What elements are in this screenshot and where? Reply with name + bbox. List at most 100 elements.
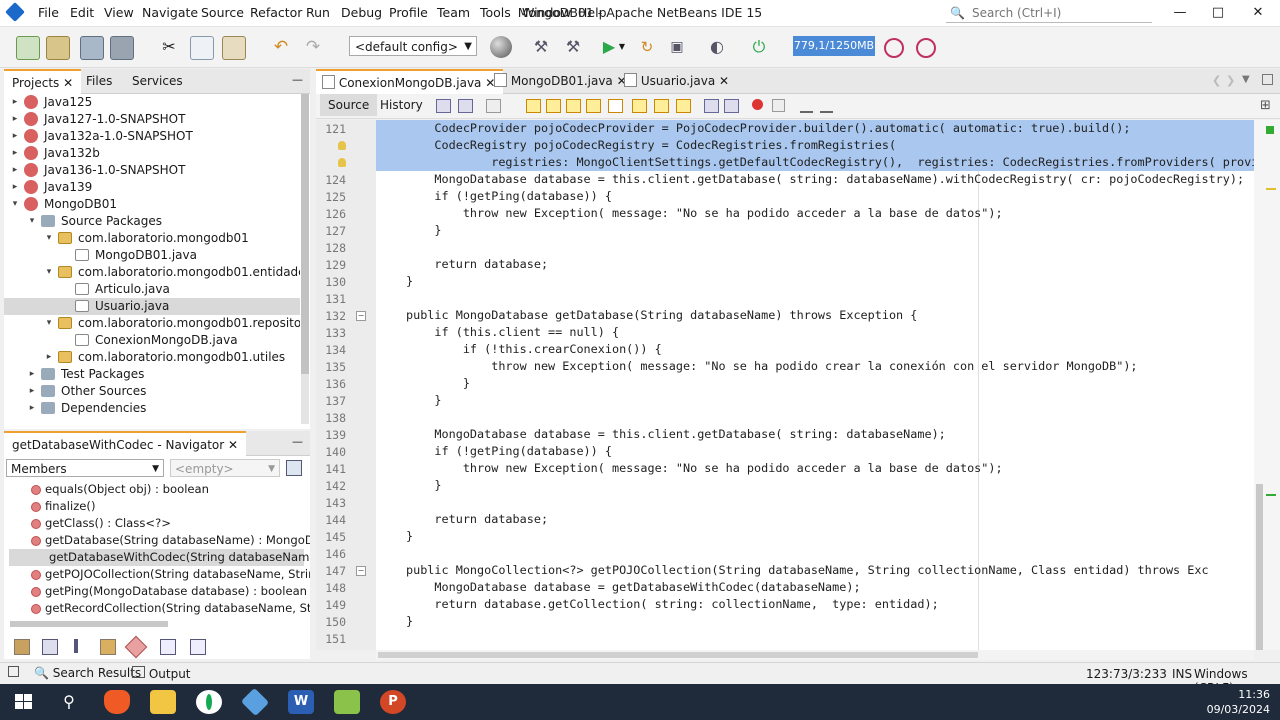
tree-item[interactable]: ▸ Java136-1.0-SNAPSHOT xyxy=(4,162,300,179)
tree-item[interactable]: ConexionMongoDB.java xyxy=(4,332,300,349)
menu-profile[interactable]: Profile xyxy=(389,5,428,20)
chevron-down-icon[interactable]: ▾ xyxy=(10,196,20,213)
chevron-right-icon[interactable]: ▸ xyxy=(27,366,37,383)
netbeans-icon[interactable] xyxy=(240,687,270,717)
tab-history[interactable]: History xyxy=(372,94,431,116)
menu-tools[interactable]: Tools xyxy=(480,5,511,20)
back-icon[interactable] xyxy=(458,99,473,113)
sort-alpha-icon[interactable] xyxy=(160,639,176,655)
reload-icon[interactable]: ↻ xyxy=(636,36,658,58)
close-icon[interactable]: ✕ xyxy=(719,74,729,88)
tree-item[interactable]: ▾ com.laboratorio.mongodb01 xyxy=(4,230,300,247)
toggle-rect-select-icon[interactable] xyxy=(608,99,623,113)
filter-nonpublic-icon[interactable] xyxy=(100,639,116,655)
mongodb-compass-icon[interactable] xyxy=(196,690,222,714)
navigator-member[interactable]: getPing(MongoDatabase database) : boolea… xyxy=(45,583,307,600)
menu-edit[interactable]: Edit xyxy=(70,5,94,20)
search-icon[interactable]: ⚲ xyxy=(56,690,82,714)
tree-item[interactable]: ▸ Test Packages xyxy=(4,366,300,383)
navigator-member[interactable]: getDatabase(String databaseName) : Mongo… xyxy=(45,532,310,549)
tab-usuario[interactable]: Usuario.java ✕ xyxy=(616,69,737,93)
search-results-button[interactable]: 🔍 Search Results xyxy=(34,666,141,680)
warning-marker[interactable] xyxy=(1266,188,1276,190)
save-all-icon[interactable] xyxy=(110,36,134,60)
memory-usage-bar[interactable]: 779,1/1250MB xyxy=(793,36,875,56)
profile-icon[interactable]: ◐ xyxy=(706,36,728,58)
tab-conexionmongodb[interactable]: ConexionMongoDB.java ✕ xyxy=(316,69,504,95)
vertical-scroll-thumb[interactable] xyxy=(1256,484,1263,650)
find-next-icon[interactable] xyxy=(566,99,581,113)
clean-build-icon[interactable]: ⚒ xyxy=(562,36,584,58)
output-button[interactable]: Output xyxy=(132,666,191,681)
start-macro-icon[interactable] xyxy=(752,99,763,110)
paste-icon[interactable] xyxy=(222,36,246,60)
tree-item[interactable]: Usuario.java xyxy=(4,298,300,315)
shift-right-icon[interactable] xyxy=(724,99,739,113)
tab-projects[interactable]: Projects ✕ xyxy=(4,69,82,95)
search-box[interactable]: 🔍 xyxy=(946,3,1152,23)
tab-source[interactable]: Source xyxy=(320,94,378,116)
tree-item[interactable]: MongoDB01.java xyxy=(4,247,300,264)
tree-item[interactable]: ▾ com.laboratorio.mongodb01.repositorio xyxy=(4,315,300,332)
fold-toggle-icon[interactable]: − xyxy=(356,566,366,576)
chevron-down-icon[interactable]: ▾ xyxy=(44,230,54,247)
hint-bulb-icon[interactable] xyxy=(338,141,346,150)
filter-fields-icon[interactable] xyxy=(14,639,30,655)
menu-help[interactable]: Help xyxy=(578,5,607,20)
open-project-icon[interactable] xyxy=(80,36,104,60)
caret-position[interactable]: 123:73/3:233 xyxy=(1086,667,1167,681)
navigator-member[interactable]: getRecordCollection(String databaseName,… xyxy=(45,600,310,617)
navigator-member[interactable]: getClass() : Class<?> xyxy=(45,515,171,532)
chevron-down-icon[interactable]: ▾ xyxy=(27,213,37,230)
shift-left-icon[interactable] xyxy=(704,99,719,113)
tab-mongodb01[interactable]: MongoDB01.java ✕ xyxy=(486,69,635,93)
navigator-member[interactable]: getPOJOCollection(String databaseName, S… xyxy=(45,566,310,583)
menu-team[interactable]: Team xyxy=(437,5,470,20)
tree-item[interactable]: ▸ Dependencies xyxy=(4,400,300,417)
chevron-right-icon[interactable]: ▸ xyxy=(27,400,37,417)
tree-item[interactable]: ▾ com.laboratorio.mongodb01.entidades xyxy=(4,264,300,281)
insert-mode[interactable]: INS xyxy=(1172,667,1192,681)
restore-icon[interactable] xyxy=(8,666,19,677)
close-icon[interactable]: ✕ xyxy=(228,438,238,452)
chevron-right-icon[interactable]: ▸ xyxy=(10,162,20,179)
chevron-right-icon[interactable]: ▸ xyxy=(10,128,20,145)
chevron-right-icon[interactable]: ▸ xyxy=(44,349,54,366)
filter-inherited-icon[interactable] xyxy=(42,639,58,655)
profile-ide-icon[interactable] xyxy=(916,38,936,58)
chevron-right-icon[interactable]: ▸ xyxy=(10,145,20,162)
tree-item[interactable]: ▸ Java139 xyxy=(4,179,300,196)
scroll-tabs-right-icon[interactable]: ❯ xyxy=(1226,74,1235,87)
tree-item[interactable]: ▾ MongoDB01 xyxy=(4,196,300,213)
navigator-member[interactable]: equals(Object obj) : boolean xyxy=(45,481,209,498)
menu-debug[interactable]: Debug xyxy=(341,5,382,20)
new-file-icon[interactable] xyxy=(16,36,40,60)
new-project-icon[interactable] xyxy=(46,36,70,60)
chevron-down-icon[interactable]: ▾ xyxy=(44,264,54,281)
menu-refactor[interactable]: Refactor xyxy=(250,5,302,20)
file-explorer-icon[interactable] xyxy=(150,690,176,714)
brave-browser-icon[interactable] xyxy=(104,690,130,714)
system-clock[interactable]: 11:36 09/03/2024 xyxy=(1207,687,1270,717)
tree-item[interactable]: ▸ Java132a-1.0-SNAPSHOT xyxy=(4,128,300,145)
filter-static-icon[interactable] xyxy=(74,639,78,653)
chevron-down-icon[interactable]: ▾ xyxy=(44,315,54,332)
config-select[interactable]: <default config> ▼ xyxy=(349,36,477,56)
error-stripe[interactable] xyxy=(1254,120,1280,650)
filter-private-icon[interactable] xyxy=(124,635,148,659)
run-dropdown-icon[interactable]: ▼ xyxy=(617,36,627,58)
minimize-button[interactable]: — xyxy=(1160,2,1200,24)
toggle-bookmark-icon[interactable] xyxy=(676,99,691,113)
comment-icon[interactable] xyxy=(800,99,813,113)
fold-toggle-icon[interactable]: − xyxy=(356,311,366,321)
navigator-member[interactable]: finalize() xyxy=(45,498,95,515)
navigator-member[interactable]: getDatabaseWithCodec(String databaseName… xyxy=(9,549,310,566)
forward-icon[interactable] xyxy=(486,99,501,113)
toggle-highlight-icon[interactable] xyxy=(586,99,601,113)
redo-icon[interactable]: ↷ xyxy=(302,36,324,58)
find-prev-icon[interactable] xyxy=(546,99,561,113)
chevron-right-icon[interactable]: ▸ xyxy=(10,179,20,196)
navigator-hscrollbar[interactable] xyxy=(10,621,168,627)
menu-source[interactable]: Source xyxy=(201,5,244,20)
cut-icon[interactable]: ✂ xyxy=(158,36,180,58)
